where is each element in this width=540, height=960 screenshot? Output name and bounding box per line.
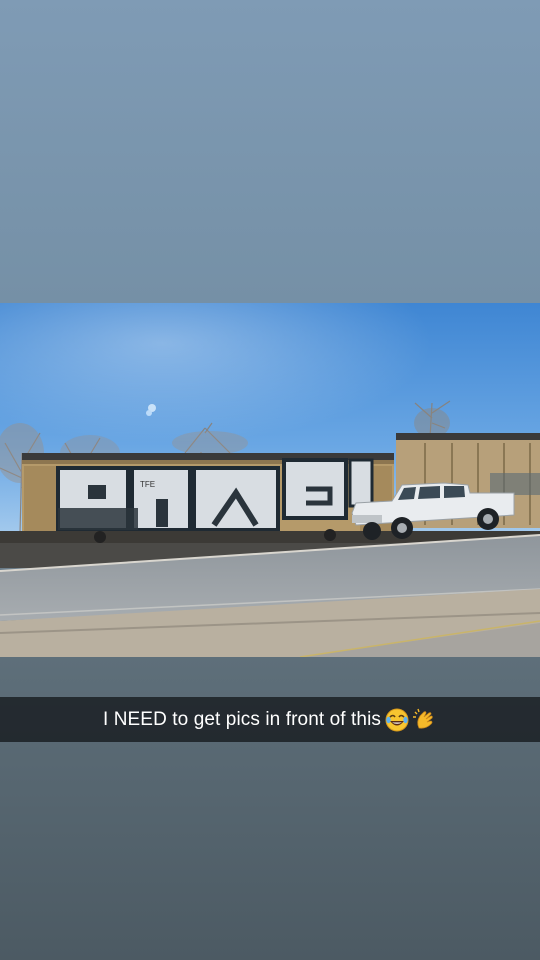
story-photo: TFE <box>0 303 540 657</box>
story-caption-text: I NEED to get pics in front of this <box>102 708 382 730</box>
clapping-hands-icon <box>413 708 437 732</box>
graffiti-piece: TFE <box>56 458 374 532</box>
graffiti-tag: TFE <box>140 480 155 489</box>
story-background-top <box>0 0 540 303</box>
face-with-tears-of-joy-icon <box>385 708 409 732</box>
story-caption-bar: I NEED to get pics in front of this <box>0 697 540 742</box>
